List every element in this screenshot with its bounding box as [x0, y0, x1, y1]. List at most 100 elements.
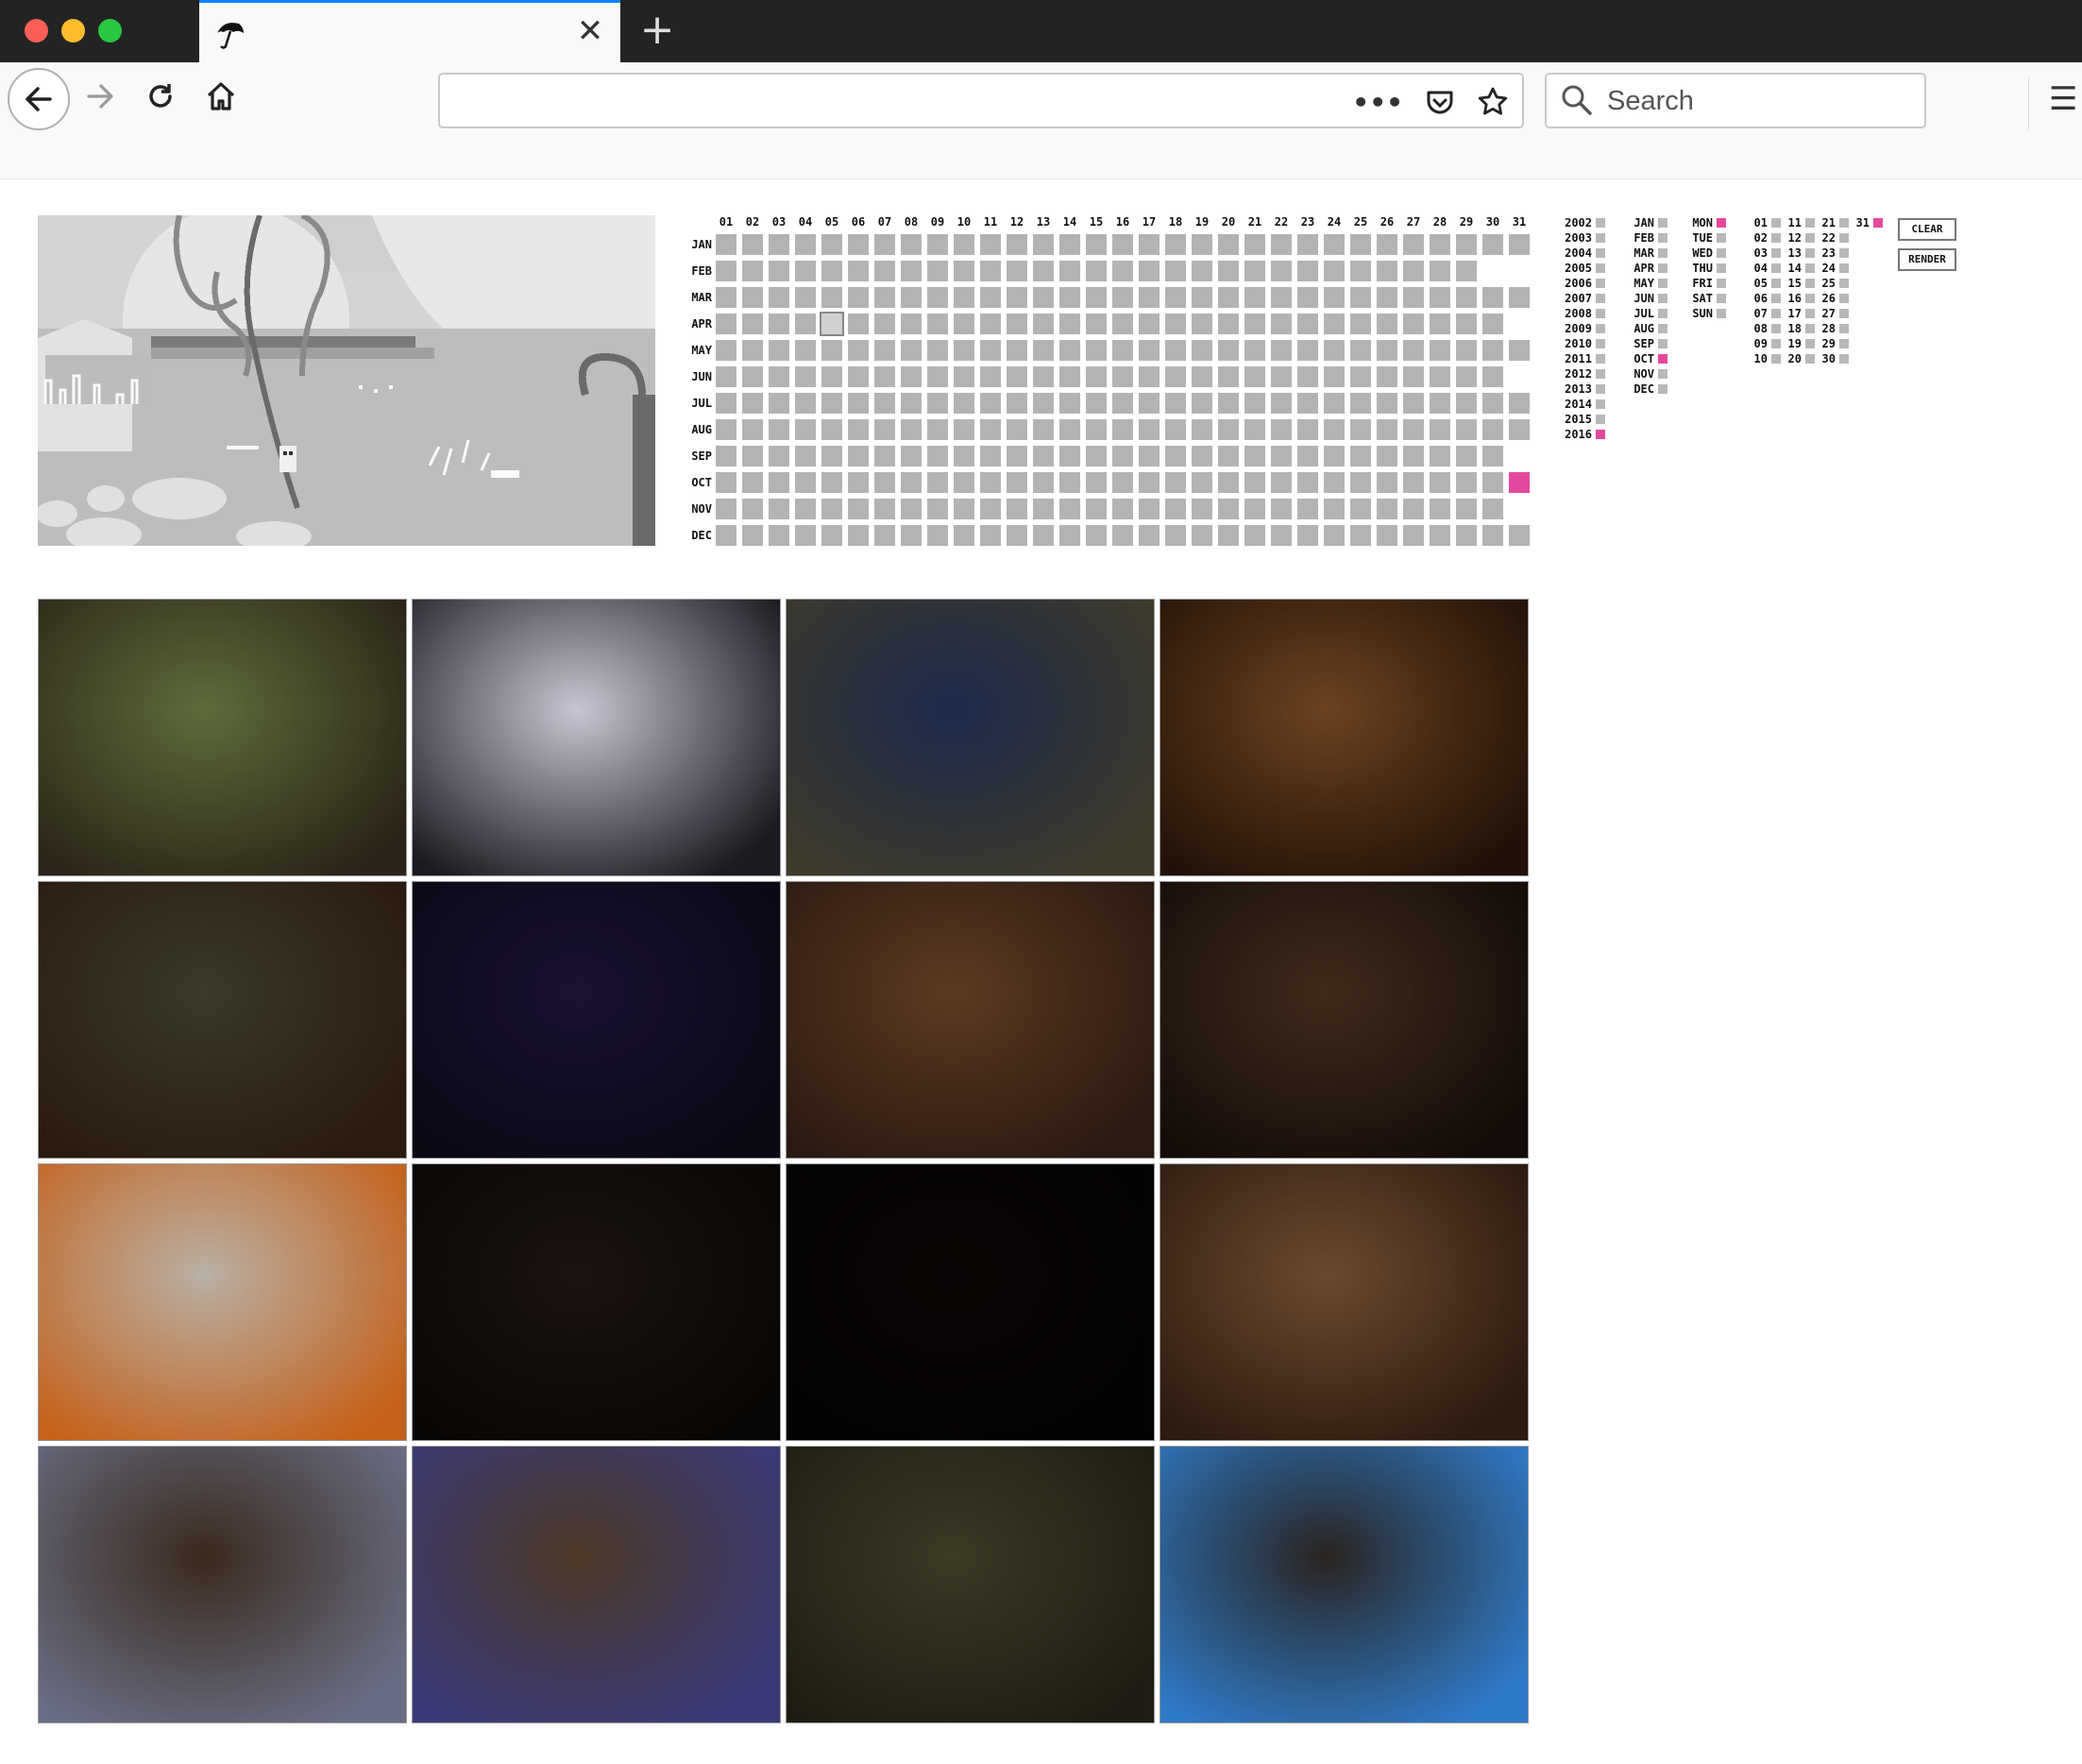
- day-cell-may-02[interactable]: [742, 340, 763, 361]
- filter-year-2013[interactable]: 2013: [1560, 382, 1605, 397]
- search-bar[interactable]: [1545, 73, 1926, 128]
- day-cell-feb-01[interactable]: [716, 261, 736, 281]
- day-cell-apr-07[interactable]: [874, 314, 895, 334]
- filter-checkbox[interactable]: [1717, 233, 1726, 243]
- photo-blue-bokeh[interactable]: [412, 881, 781, 1159]
- day-cell-dec-30[interactable]: [1482, 525, 1503, 546]
- filter-checkbox[interactable]: [1717, 248, 1726, 258]
- photo-party-table[interactable]: [1159, 1163, 1529, 1441]
- day-cell-mar-10[interactable]: [954, 287, 974, 308]
- day-cell-jan-01[interactable]: [716, 234, 736, 255]
- day-cell-oct-05[interactable]: [821, 472, 842, 493]
- day-cell-sep-22[interactable]: [1271, 446, 1292, 466]
- day-cell-mar-21[interactable]: [1244, 287, 1265, 308]
- filter-checkbox[interactable]: [1771, 263, 1781, 273]
- day-cell-may-15[interactable]: [1086, 340, 1107, 361]
- filter-day-08[interactable]: 08: [1747, 321, 1781, 336]
- day-cell-feb-22[interactable]: [1271, 261, 1292, 281]
- day-cell-feb-23[interactable]: [1297, 261, 1318, 281]
- day-cell-may-31[interactable]: [1509, 340, 1530, 361]
- day-cell-jun-25[interactable]: [1350, 366, 1371, 387]
- day-cell-jul-09[interactable]: [927, 393, 948, 414]
- filter-month-aug[interactable]: AUG: [1624, 321, 1667, 336]
- day-cell-nov-22[interactable]: [1271, 499, 1292, 519]
- day-cell-dec-29[interactable]: [1456, 525, 1477, 546]
- day-cell-jun-22[interactable]: [1271, 366, 1292, 387]
- day-cell-jul-18[interactable]: [1165, 393, 1186, 414]
- clear-button[interactable]: CLEAR: [1898, 218, 1956, 241]
- day-cell-dec-18[interactable]: [1165, 525, 1186, 546]
- day-cell-aug-16[interactable]: [1112, 419, 1133, 440]
- day-cell-nov-17[interactable]: [1139, 499, 1159, 519]
- day-cell-sep-16[interactable]: [1112, 446, 1133, 466]
- day-cell-jul-30[interactable]: [1482, 393, 1503, 414]
- day-cell-aug-03[interactable]: [769, 419, 789, 440]
- filter-day-01[interactable]: 01: [1747, 215, 1781, 230]
- day-cell-apr-03[interactable]: [769, 314, 789, 334]
- photo-night-street[interactable]: [786, 599, 1155, 876]
- day-cell-aug-21[interactable]: [1244, 419, 1265, 440]
- day-cell-mar-28[interactable]: [1430, 287, 1450, 308]
- filter-checkbox[interactable]: [1717, 263, 1726, 273]
- day-cell-jan-24[interactable]: [1324, 234, 1345, 255]
- day-cell-apr-11[interactable]: [980, 314, 1001, 334]
- day-cell-oct-07[interactable]: [874, 472, 895, 493]
- day-cell-may-08[interactable]: [901, 340, 922, 361]
- day-cell-jul-06[interactable]: [848, 393, 869, 414]
- day-cell-jul-31[interactable]: [1509, 393, 1530, 414]
- day-cell-oct-30[interactable]: [1482, 472, 1503, 493]
- filter-checkbox[interactable]: [1596, 309, 1605, 318]
- day-cell-sep-21[interactable]: [1244, 446, 1265, 466]
- day-cell-dec-25[interactable]: [1350, 525, 1371, 546]
- day-cell-dec-07[interactable]: [874, 525, 895, 546]
- filter-weekday-wed[interactable]: WED: [1683, 246, 1726, 261]
- day-cell-feb-27[interactable]: [1403, 261, 1424, 281]
- day-cell-jan-06[interactable]: [848, 234, 869, 255]
- day-cell-oct-02[interactable]: [742, 472, 763, 493]
- day-cell-jan-09[interactable]: [927, 234, 948, 255]
- hamburger-menu-icon[interactable]: ☰: [2049, 83, 2077, 115]
- filter-checkbox[interactable]: [1596, 248, 1605, 258]
- day-cell-sep-27[interactable]: [1403, 446, 1424, 466]
- filter-checkbox[interactable]: [1805, 309, 1815, 318]
- day-cell-jun-06[interactable]: [848, 366, 869, 387]
- day-cell-sep-02[interactable]: [742, 446, 763, 466]
- day-cell-dec-08[interactable]: [901, 525, 922, 546]
- day-cell-feb-24[interactable]: [1324, 261, 1345, 281]
- day-cell-nov-16[interactable]: [1112, 499, 1133, 519]
- day-cell-nov-23[interactable]: [1297, 499, 1318, 519]
- day-cell-feb-19[interactable]: [1192, 261, 1212, 281]
- filter-day-06[interactable]: 06: [1747, 291, 1781, 306]
- day-cell-mar-22[interactable]: [1271, 287, 1292, 308]
- filter-day-04[interactable]: 04: [1747, 261, 1781, 276]
- minimize-window-button[interactable]: [61, 19, 85, 42]
- day-cell-aug-13[interactable]: [1033, 419, 1054, 440]
- day-cell-jan-05[interactable]: [821, 234, 842, 255]
- filter-checkbox[interactable]: [1596, 324, 1605, 333]
- day-cell-may-28[interactable]: [1430, 340, 1450, 361]
- day-cell-apr-12[interactable]: [1007, 314, 1027, 334]
- day-cell-jul-16[interactable]: [1112, 393, 1133, 414]
- day-cell-may-23[interactable]: [1297, 340, 1318, 361]
- filter-day-24[interactable]: 24: [1815, 261, 1849, 276]
- day-cell-oct-12[interactable]: [1007, 472, 1027, 493]
- day-cell-nov-03[interactable]: [769, 499, 789, 519]
- day-cell-sep-12[interactable]: [1007, 446, 1027, 466]
- day-cell-sep-13[interactable]: [1033, 446, 1054, 466]
- filter-weekday-sun[interactable]: SUN: [1683, 306, 1726, 321]
- day-cell-jun-23[interactable]: [1297, 366, 1318, 387]
- day-cell-nov-10[interactable]: [954, 499, 974, 519]
- day-cell-dec-23[interactable]: [1297, 525, 1318, 546]
- day-cell-apr-09[interactable]: [927, 314, 948, 334]
- day-cell-feb-11[interactable]: [980, 261, 1001, 281]
- day-cell-jun-20[interactable]: [1218, 366, 1239, 387]
- render-button[interactable]: RENDER: [1898, 248, 1956, 271]
- day-cell-feb-28[interactable]: [1430, 261, 1450, 281]
- day-cell-apr-04[interactable]: [795, 314, 816, 334]
- day-cell-mar-30[interactable]: [1482, 287, 1503, 308]
- filter-checkbox[interactable]: [1839, 279, 1849, 288]
- pocket-icon[interactable]: [1424, 86, 1456, 118]
- filter-year-2016[interactable]: 2016: [1560, 427, 1605, 442]
- day-cell-jun-01[interactable]: [716, 366, 736, 387]
- filter-year-2015[interactable]: 2015: [1560, 412, 1605, 427]
